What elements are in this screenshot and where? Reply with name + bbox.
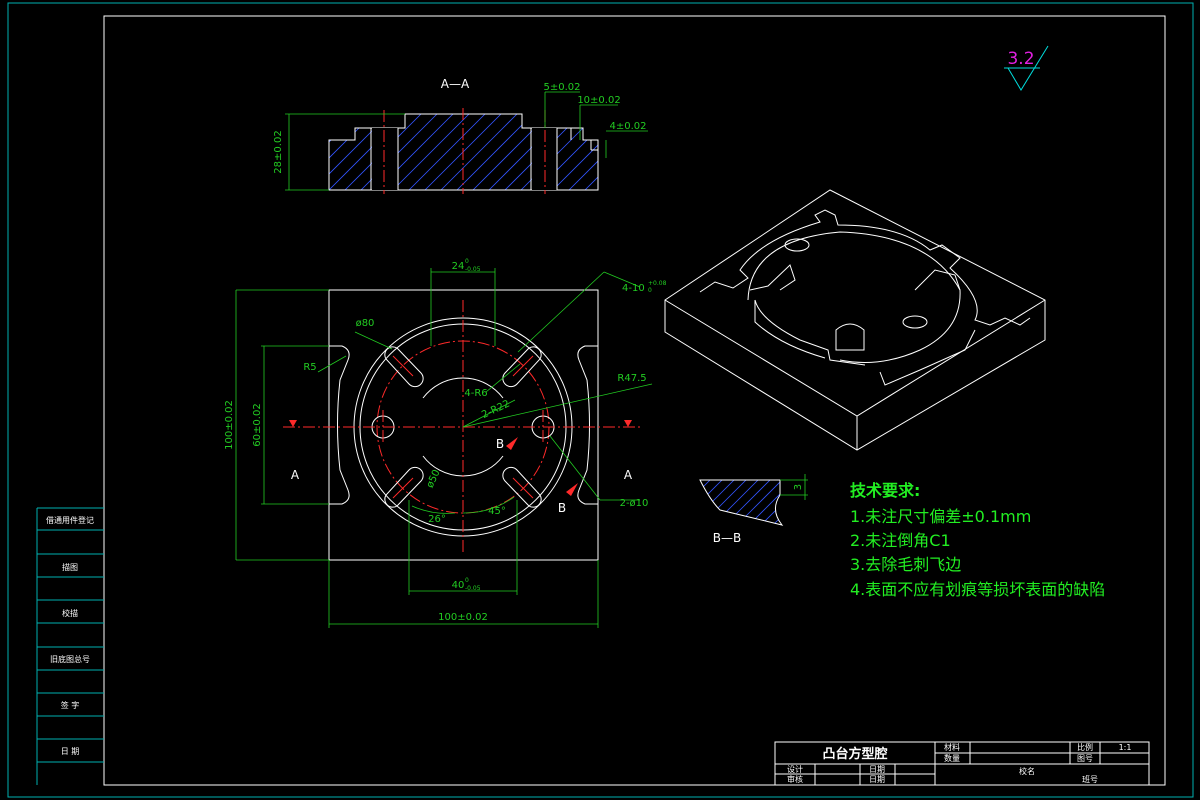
tb-date2-label: 日期 (869, 775, 885, 784)
dim-r6: 4-R6 (464, 388, 487, 399)
dim-w100: 100±0.02 (438, 612, 488, 623)
tech-title: 技术要求: (850, 481, 920, 500)
dim-holes: 2-ø10 (620, 498, 649, 509)
tb-scale-label: 比例 (1077, 742, 1093, 752)
tech-item-2: 2.未注倒角C1 (850, 531, 951, 550)
panel-label-5: 签 字 (61, 700, 80, 710)
dim-top-slot-tol-lower: -0.05 (465, 266, 481, 273)
section-mark-a-right: A (624, 468, 633, 482)
dim-28: 28±0.02 (273, 130, 284, 173)
roughness-symbol: 3.2 (1004, 45, 1049, 91)
tech-item-3: 3.去除毛刺飞边 (850, 555, 961, 574)
tb-drawing-no-label: 图号 (1077, 754, 1093, 763)
dim-5: 5±0.02 (543, 82, 580, 93)
section-view-aa: A—A 28±0.02 5±0.02 10±0.02 4±0.02 (273, 77, 648, 194)
part-name: 凸台方型腔 (822, 746, 887, 762)
tb-class-label: 班号 (1082, 774, 1098, 784)
dim-top-slot-tol-upper: 0 (465, 258, 469, 265)
dim-h100: 100±0.02 (224, 400, 235, 450)
dim-w40: 40 (452, 580, 465, 591)
panel-label-4: 旧底图总号 (50, 654, 90, 664)
tb-scale-value: 1:1 (1119, 743, 1132, 752)
dim-slots-tol-upper: +0.08 (648, 280, 667, 287)
tech-requirements: 技术要求: 1.未注尺寸偏差±0.1mm 2.未注倒角C1 3.去除毛刺飞边 4… (850, 481, 1105, 599)
dim-4: 4±0.02 (609, 121, 646, 132)
dim-10: 10±0.02 (577, 95, 620, 106)
section-mark-b1: B (496, 437, 504, 451)
section-mark-b2: B (558, 501, 566, 515)
dim-h60: 60±0.02 (252, 403, 263, 446)
panel-label-1: 借通用件登记 (46, 515, 94, 525)
tech-item-4: 4.表面不应有划痕等损坏表面的缺陷 (850, 580, 1105, 599)
section-bb-title: B—B (713, 531, 741, 545)
tb-design-label: 设计 (787, 764, 803, 774)
tb-material-label: 材料 (944, 742, 960, 752)
dim-slots: 4-10 (622, 283, 645, 294)
dim-dia80: ø80 (356, 318, 375, 329)
sheet-outer-border (7, 2, 1194, 798)
roughness-value: 3.2 (1007, 49, 1034, 69)
drawing-canvas: 借通用件登记 描图 校描 旧底图总号 签 字 日 期 A—A 28±0.02 5… (7, 2, 1194, 798)
dim-a45: 45° (488, 506, 506, 517)
panel-label-3: 校描 (62, 608, 78, 618)
section-hatch (329, 114, 598, 190)
dim-slots-tol-lower: 0 (648, 287, 652, 294)
dim-w40-tol-lower: -0.05 (465, 585, 481, 592)
dim-r5: R5 (303, 362, 316, 373)
tech-item-1: 1.未注尺寸偏差±0.1mm (850, 507, 1031, 526)
dim-r22: 2-R22 (480, 398, 512, 421)
plan-view: A A B B 100±0.02 60±0.02 100±0.02 40 0 -… (224, 258, 667, 628)
tb-school-label: 校名 (1019, 766, 1035, 776)
dim-d50: ø50 (425, 468, 443, 490)
section-mark-a-left: A (291, 468, 300, 482)
section-view-bb: 3 B—B (699, 474, 808, 545)
dim-a26: 26° (428, 514, 446, 525)
panel-label-2: 描图 (62, 562, 78, 572)
title-block: 凸台方型腔 设计 日期 审核 日期 材料 数量 比例 1:1 图号 校名 班号 (774, 741, 1150, 786)
tb-quantity-label: 数量 (944, 753, 960, 763)
dim-w40-tol-upper: 0 (465, 577, 469, 584)
dim-bb-3: 3 (793, 484, 804, 490)
tb-date1-label: 日期 (869, 765, 885, 774)
left-panel: 借通用件登记 描图 校描 旧底图总号 签 字 日 期 (36, 507, 104, 785)
panel-label-6: 日 期 (61, 747, 80, 756)
tb-review-label: 审核 (787, 774, 803, 784)
dim-top-slot: 24 (452, 261, 465, 272)
dim-r47: R47.5 (617, 373, 646, 384)
isometric-view (664, 189, 1046, 451)
section-aa-title: A—A (441, 77, 470, 91)
